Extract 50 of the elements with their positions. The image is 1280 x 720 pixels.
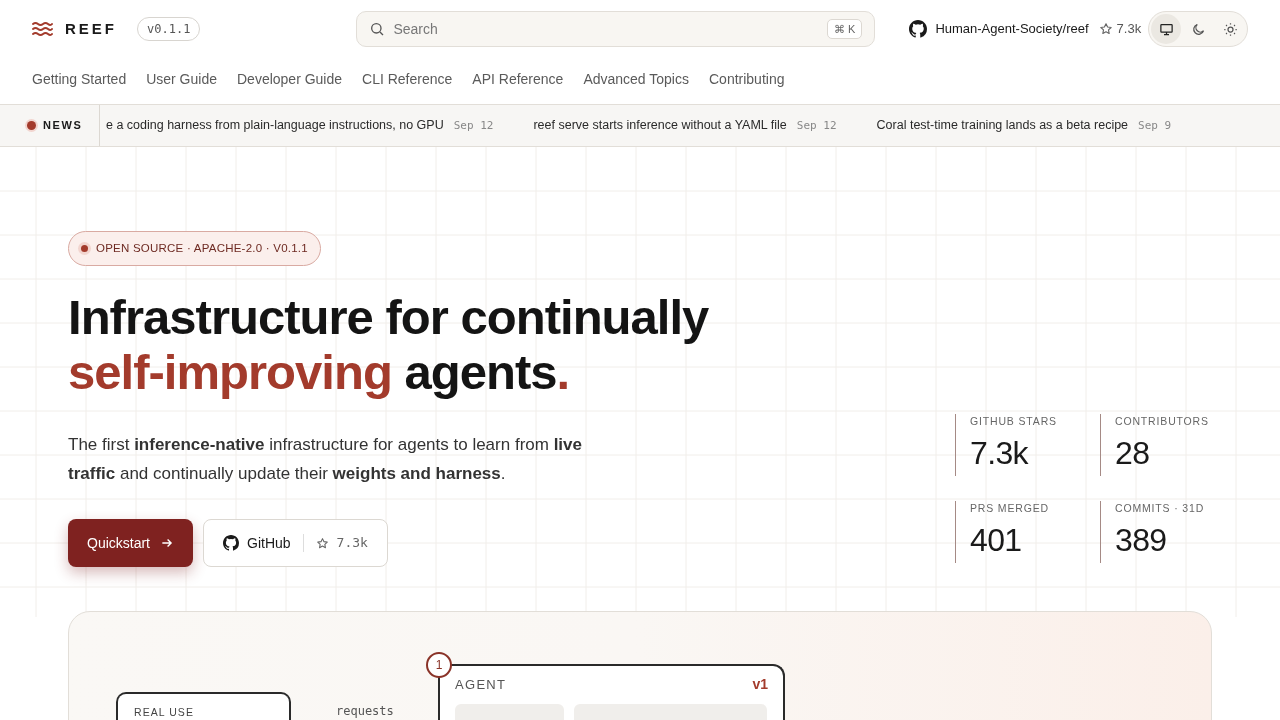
news-headline[interactable]: Coral test-time training lands as a beta recipe	[876, 116, 1129, 135]
brand-name[interactable]: REEF	[65, 17, 117, 41]
node-label: AGENT	[455, 676, 507, 694]
search-field[interactable]: Search ⌘ K	[356, 11, 876, 47]
stat-label: COMMITS · 31D	[1115, 501, 1206, 516]
star-count: 7.3k	[336, 534, 368, 553]
sun-icon	[1222, 21, 1238, 37]
stat-label: GITHUB STARS	[970, 414, 1058, 429]
github-icon	[909, 20, 928, 38]
star-count: 7.3k	[1116, 20, 1142, 39]
quickstart-button[interactable]: Quickstart	[68, 519, 193, 567]
nav-link[interactable]: Developer Guide	[237, 69, 343, 90]
nav-link[interactable]: Getting Started	[32, 69, 127, 90]
news-date: Sep 12	[796, 118, 837, 135]
stat-value: 401	[970, 520, 1023, 559]
node-label: REAL USE	[134, 706, 194, 718]
stat-label: PRS MERGED	[970, 501, 1050, 516]
star-icon	[315, 536, 329, 550]
news-label: NEWS	[43, 118, 83, 134]
step-number: 1	[426, 652, 452, 678]
nav-link[interactable]: API Reference	[472, 69, 564, 90]
version-label: v1	[752, 675, 768, 694]
nav-link[interactable]: Contributing	[709, 69, 785, 90]
star-icon	[1098, 22, 1113, 36]
nav-link[interactable]: User Guide	[146, 69, 217, 90]
github-icon	[223, 535, 239, 551]
stat-label: CONTRIBUTORS	[1115, 414, 1210, 429]
theme-button[interactable]	[1151, 14, 1181, 44]
lead-paragraph: The first inference-native infrastructure for agents to learn from live traffic and continually update their weights and harness.	[68, 434, 583, 485]
edge-label: requests	[336, 703, 394, 720]
waves-icon	[32, 21, 53, 37]
stat-value: 7.3k	[970, 433, 1030, 472]
moon-icon	[1190, 21, 1206, 37]
badge-text: OPEN SOURCE · APACHE-2.0 · V0.1.1	[96, 240, 308, 256]
news-date: Sep 9	[1138, 118, 1172, 135]
monitor-icon	[1158, 21, 1174, 37]
stat-value: 28	[1115, 433, 1151, 472]
github-button[interactable]: GitHub 7.3k	[203, 519, 388, 567]
shortcut-hint: ⌘ K	[826, 18, 863, 40]
nav-link[interactable]: Advanced Topics	[583, 69, 689, 90]
nav-link[interactable]: CLI Reference	[362, 69, 453, 90]
repo-link[interactable]: Human-Agent-Society/reef	[935, 19, 1089, 39]
search-icon	[369, 21, 386, 37]
headline: Infrastructure for continually self-improving agents.	[68, 290, 710, 400]
search-input[interactable]: Search	[393, 18, 819, 40]
news-headline[interactable]: reef serve starts inference without a YAML file	[533, 116, 787, 135]
news-date: Sep 12	[453, 118, 494, 135]
stat-value: 389	[1115, 520, 1168, 559]
arrow-icon	[160, 536, 174, 550]
news-headline[interactable]: e a coding harness from plain-language instructions, no GPU	[106, 116, 444, 135]
